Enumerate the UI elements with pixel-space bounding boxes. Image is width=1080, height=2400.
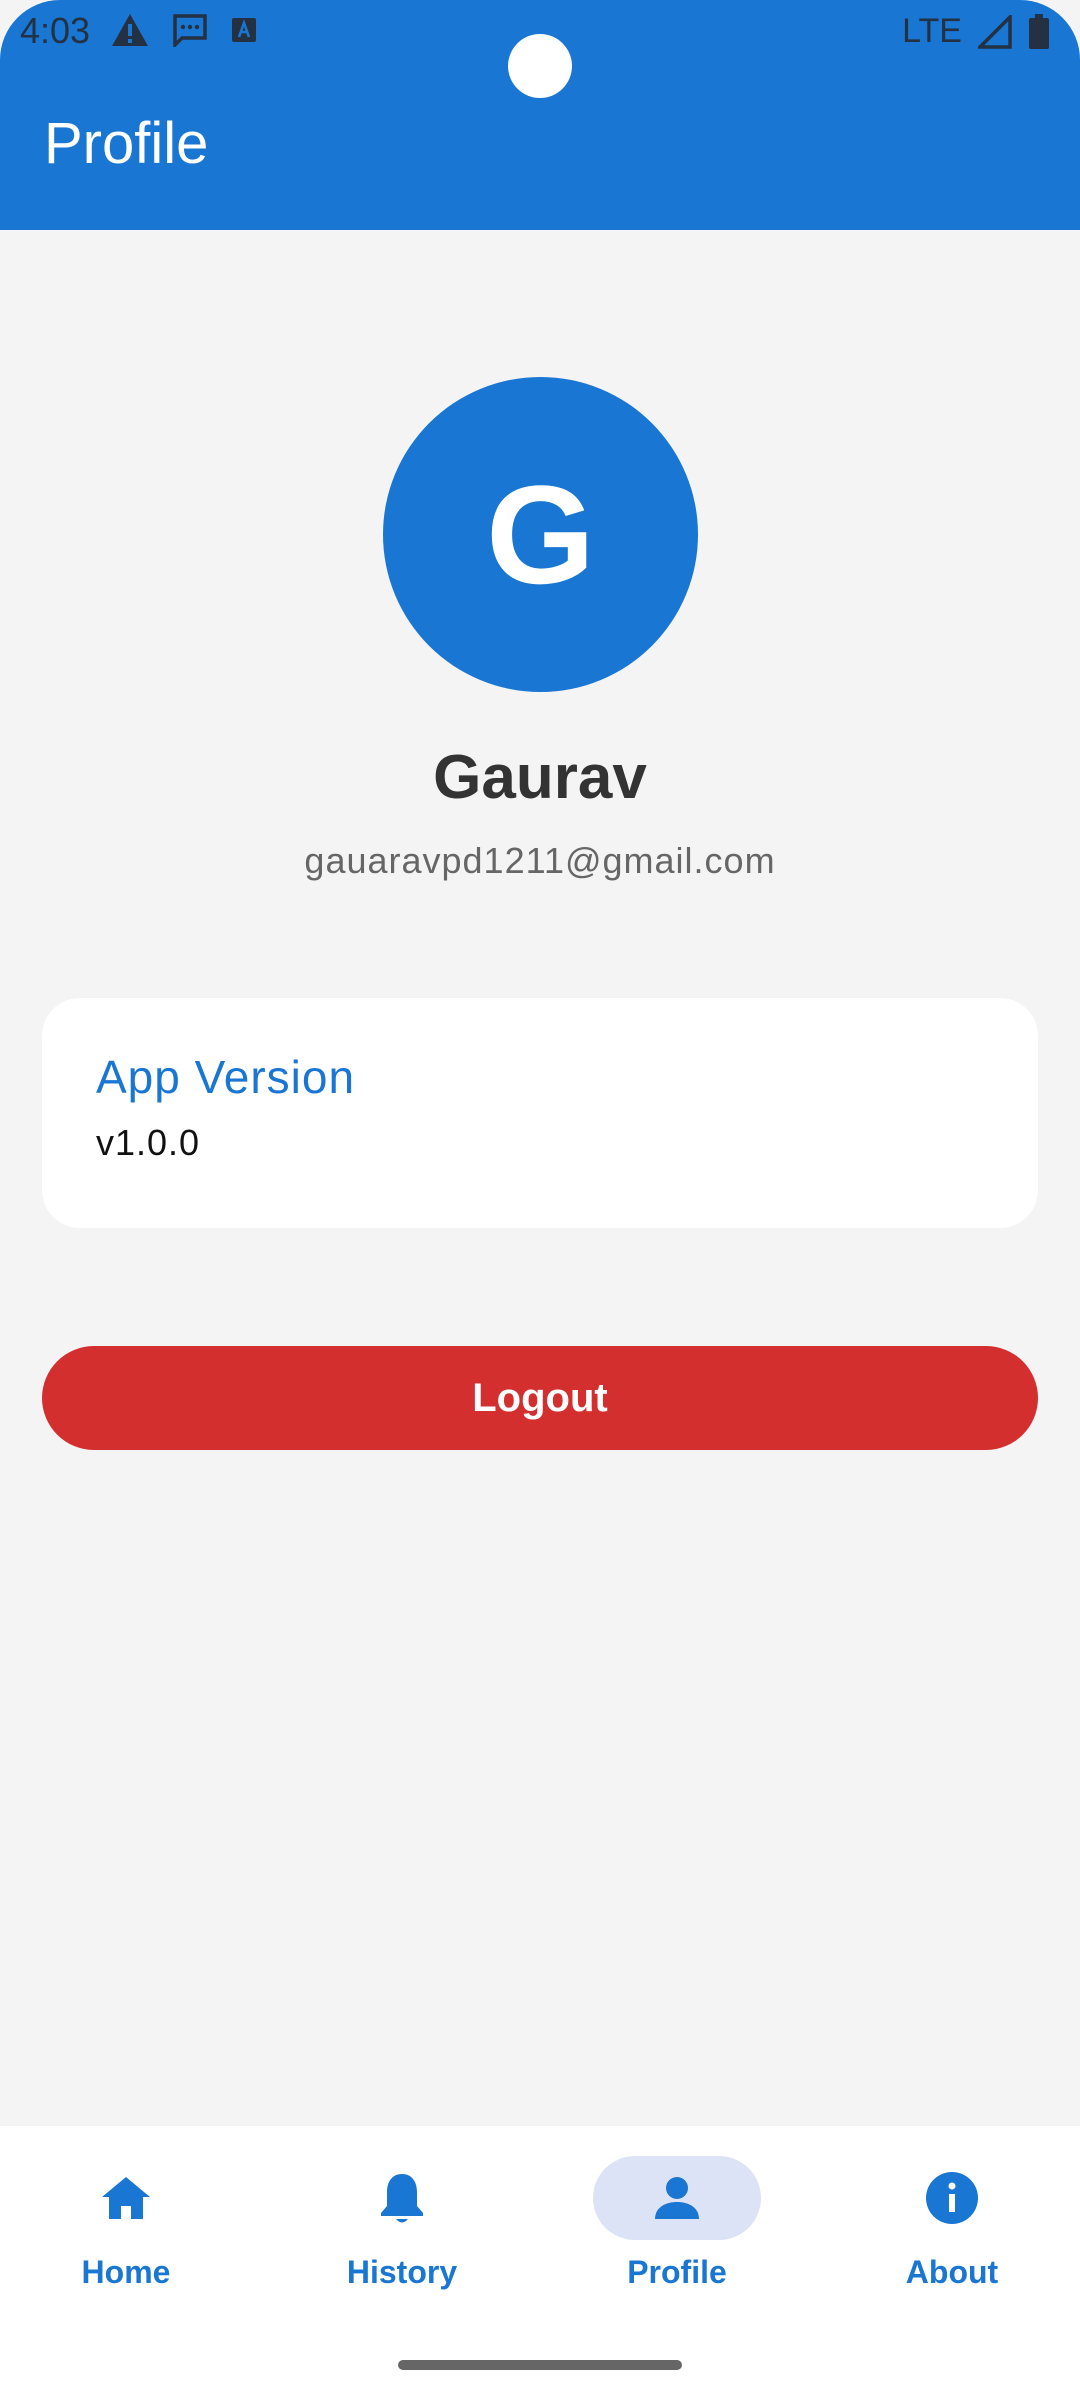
app-bar: 4:03 LTE Profile bbox=[0, 0, 1080, 230]
nav-pill-profile-active bbox=[593, 2156, 761, 2240]
network-type: LTE bbox=[902, 12, 962, 50]
nav-item-home[interactable]: Home bbox=[6, 2156, 246, 2316]
status-system-icons: LTE bbox=[902, 12, 1050, 51]
battery-icon bbox=[1029, 13, 1049, 49]
app-version-label: App Version bbox=[96, 1051, 356, 1103]
gesture-home-handle[interactable] bbox=[398, 2360, 682, 2370]
nav-label-about: About bbox=[905, 2254, 999, 2290]
status-time: 4:03 bbox=[20, 10, 91, 51]
warning-icon bbox=[112, 14, 148, 46]
info-icon bbox=[926, 2172, 978, 2224]
camera-cutout bbox=[508, 34, 572, 98]
user-email: gauaravpd1211@gmail.com bbox=[304, 840, 776, 881]
logout-label: Logout bbox=[472, 1375, 608, 1420]
person-icon bbox=[655, 2177, 699, 2219]
nav-item-about[interactable]: About bbox=[832, 2156, 1072, 2316]
nav-pill-history bbox=[318, 2156, 486, 2240]
avatar-initial: G bbox=[486, 455, 595, 613]
message-icon bbox=[173, 14, 207, 47]
nav-item-history[interactable]: History bbox=[282, 2156, 522, 2316]
nav-label-profile: Profile bbox=[627, 2254, 727, 2290]
bell-icon bbox=[381, 2174, 423, 2223]
status-notification-icons bbox=[110, 12, 258, 48]
signal-icon bbox=[978, 14, 1012, 49]
user-name: Gaurav bbox=[433, 743, 647, 812]
nav-pill-about bbox=[868, 2156, 1036, 2240]
nav-label-home: Home bbox=[81, 2254, 171, 2290]
nav-pill-home bbox=[42, 2156, 210, 2240]
nav-item-profile[interactable]: Profile bbox=[557, 2156, 797, 2316]
app-version-value: v1.0.0 bbox=[96, 1122, 201, 1163]
nav-label-history: History bbox=[346, 2254, 458, 2290]
page-title: Profile bbox=[44, 111, 209, 176]
avatar: G bbox=[383, 377, 698, 692]
home-icon bbox=[102, 2177, 150, 2219]
keyboard-a-icon bbox=[232, 18, 256, 42]
app-version-card: App Version v1.0.0 bbox=[42, 998, 1038, 1228]
logout-button[interactable]: Logout bbox=[42, 1346, 1038, 1450]
bottom-navigation: Home History Profile About bbox=[0, 2126, 1080, 2400]
